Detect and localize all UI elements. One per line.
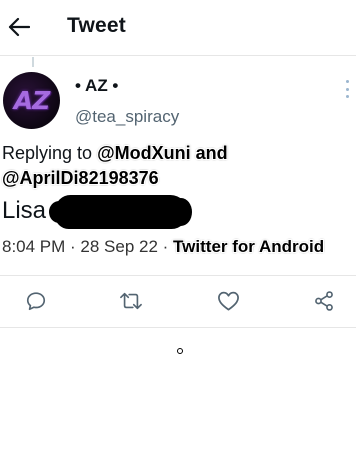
tweet-source-link[interactable]: Twitter for Android [173,237,324,256]
mention-link[interactable]: @AprilDi82198376 [2,168,159,188]
heart-icon [217,291,239,311]
replying-to-label: Replying to [2,143,98,163]
comment-icon [26,292,46,311]
retweet-icon [120,292,142,310]
retweet-button[interactable] [118,288,144,314]
tweet-time: 8:04 PM [2,237,66,256]
share-icon [315,291,333,311]
tweet-body: Lisa [2,197,47,224]
back-button[interactable] [4,8,34,46]
divider [0,327,356,328]
thread-connector [32,57,34,67]
top-bar: Tweet [0,0,356,56]
more-dot [345,80,349,83]
user-handle[interactable]: @tea_spiracy [75,107,179,127]
divider [0,275,356,276]
page-title: Tweet [67,14,126,37]
redaction-scribble [49,195,192,229]
share-button[interactable] [311,288,337,314]
reply-button[interactable] [23,288,49,314]
display-name[interactable]: • AZ • [75,76,118,96]
loading-indicator [177,348,183,354]
action-bar [0,277,356,327]
tweet-metadata: 8:04 PM · 28 Sep 22 · Twitter for Androi… [2,237,324,257]
mention-link[interactable]: @ModXuni [97,143,191,163]
more-dot [345,87,349,91]
mention-joiner: and [190,143,228,163]
like-button[interactable] [215,288,241,314]
avatar-logo-text: AZ [13,86,50,115]
more-options-button[interactable] [340,78,354,100]
tweet-date: 28 Sep 22 [80,237,158,256]
arrow-left-icon [8,17,30,37]
meta-separator: · [65,237,81,256]
replying-to: Replying to @ModXuni and [2,143,228,164]
replying-to-continued: @AprilDi82198376 [2,168,159,189]
more-dot [345,95,349,98]
avatar[interactable]: AZ [3,72,60,129]
meta-separator: · [157,237,174,256]
